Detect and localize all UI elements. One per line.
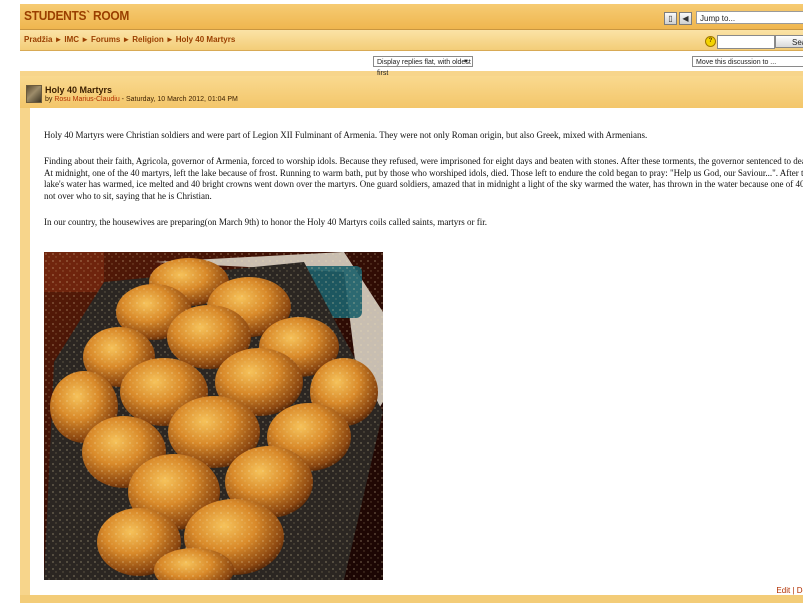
footer-strip <box>20 595 803 603</box>
avatar[interactable] <box>26 85 42 103</box>
post-commands: Edit | De <box>776 586 803 595</box>
by-label: by <box>45 96 53 103</box>
author-link[interactable]: Rosu Marius-Claudiu <box>54 96 119 103</box>
delete-link[interactable]: De <box>797 586 803 595</box>
post-paragraph: In our country, the housewives are prepa… <box>44 217 488 227</box>
post-byline: by Rosu Marius-Claudiu - Saturday, 10 Ma… <box>45 96 238 103</box>
post-paragraph-line: Finding about their faith, Agricola, gov… <box>44 156 803 166</box>
page-frame: STUDENTS` ROOM ▯ ◀ Jump to... Pradžia ► IM… <box>20 4 803 603</box>
site-title[interactable]: STUDENTS` ROOM <box>24 8 129 23</box>
breadcrumb-separator: ► <box>54 35 63 44</box>
post-paragraph: Holy 40 Martyrs were Christian soldiers … <box>44 130 648 140</box>
post-paragraph-line: not over who to sit, saying that he is C… <box>44 190 212 201</box>
search-input[interactable] <box>717 35 775 49</box>
breadcrumb-item-forums[interactable]: Forums <box>91 35 120 44</box>
bread-photo <box>44 252 383 580</box>
jump-to-select[interactable]: Jump to... <box>696 11 803 24</box>
site-header: STUDENTS` ROOM ▯ ◀ Jump to... <box>20 4 803 30</box>
command-separator: | <box>792 586 795 595</box>
post-title: Holy 40 Martyrs <box>45 85 113 95</box>
edit-link[interactable]: Edit <box>776 586 790 595</box>
help-icon[interactable]: ? <box>705 36 716 47</box>
post-date: - Saturday, 10 March 2012, 01:04 PM <box>121 96 238 103</box>
breadcrumb-item-course[interactable]: IMC <box>64 35 79 44</box>
display-mode-select[interactable]: Display replies flat, with oldest first … <box>373 56 473 77</box>
breadcrumb-separator: ► <box>165 35 174 44</box>
bread-photo-image <box>44 252 383 580</box>
back-arrow-icon[interactable]: ◀ <box>679 12 692 25</box>
breadcrumb-item-home[interactable]: Pradžia <box>24 35 52 44</box>
post-body: Holy 40 Martyrs were Christian soldiers … <box>30 108 803 595</box>
post-paragraph-line: lake's water has warmed, ice melted and … <box>44 179 803 189</box>
breadcrumb-item-religion[interactable]: Religion <box>132 35 164 44</box>
discussion-controls: Display replies flat, with oldest first … <box>20 51 803 77</box>
breadcrumb: Pradžia ► IMC ► Forums ► Religion ► Holy 40 Mart… <box>24 35 235 44</box>
breadcrumb-item-current: Holy 40 Martyrs <box>175 35 236 44</box>
phone-icon[interactable]: ▯ <box>664 12 677 25</box>
move-discussion-select[interactable]: Move this discussion to ... <box>692 56 803 67</box>
search-button[interactable]: Sea <box>775 35 803 48</box>
breadcrumb-separator: ► <box>122 35 131 44</box>
post-paragraph-line: At midnight, one of the 40 martyrs, left… <box>44 167 803 178</box>
breadcrumb-separator: ► <box>81 35 89 44</box>
display-mode-value: Display replies flat, with oldest first <box>377 59 471 77</box>
dropdown-arrow-icon: ▼ <box>463 59 469 65</box>
post-header: Holy 40 Martyrs by Rosu Marius-Claudiu -… <box>20 76 803 108</box>
navbar: Pradžia ► IMC ► Forums ► Religion ► Holy 40 Mart… <box>20 30 803 51</box>
